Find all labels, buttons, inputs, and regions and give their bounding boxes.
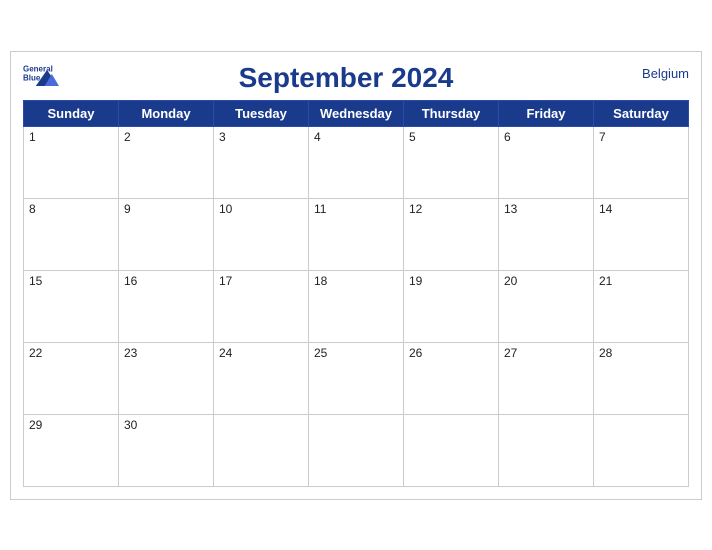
logo-area: General Blue [23, 62, 63, 90]
week-row-2: 8 9 10 11 12 13 14 [24, 198, 689, 270]
calendar-cell: 24 [214, 342, 309, 414]
header-saturday: Saturday [594, 100, 689, 126]
calendar-cell: 10 [214, 198, 309, 270]
week-row-5: 29 30 [24, 414, 689, 486]
calendar-cell: 19 [404, 270, 499, 342]
header-monday: Monday [119, 100, 214, 126]
calendar-cell: 2 [119, 126, 214, 198]
date-number: 24 [219, 346, 232, 360]
date-number: 30 [124, 418, 137, 432]
header-thursday: Thursday [404, 100, 499, 126]
calendar-cell: 12 [404, 198, 499, 270]
calendar-container: General Blue September 2024 Belgium Sund… [10, 51, 702, 500]
calendar-cell [309, 414, 404, 486]
date-number: 15 [29, 274, 42, 288]
calendar-table: Sunday Monday Tuesday Wednesday Thursday… [23, 100, 689, 487]
calendar-cell: 9 [119, 198, 214, 270]
date-number: 25 [314, 346, 327, 360]
calendar-header: General Blue September 2024 Belgium [23, 62, 689, 94]
calendar-cell: 7 [594, 126, 689, 198]
date-number: 16 [124, 274, 137, 288]
date-number: 13 [504, 202, 517, 216]
date-number: 27 [504, 346, 517, 360]
date-number: 7 [599, 130, 606, 144]
week-row-1: 1 2 3 4 5 6 7 [24, 126, 689, 198]
calendar-cell: 29 [24, 414, 119, 486]
week-row-4: 22 23 24 25 26 27 28 [24, 342, 689, 414]
calendar-cell: 20 [499, 270, 594, 342]
date-number: 17 [219, 274, 232, 288]
date-number: 10 [219, 202, 232, 216]
date-number: 3 [219, 130, 226, 144]
calendar-cell: 14 [594, 198, 689, 270]
calendar-cell: 27 [499, 342, 594, 414]
date-number: 21 [599, 274, 612, 288]
calendar-cell [214, 414, 309, 486]
calendar-cell: 17 [214, 270, 309, 342]
date-number: 1 [29, 130, 36, 144]
date-number: 6 [504, 130, 511, 144]
week-row-3: 15 16 17 18 19 20 21 [24, 270, 689, 342]
calendar-cell: 18 [309, 270, 404, 342]
header-sunday: Sunday [24, 100, 119, 126]
date-number: 12 [409, 202, 422, 216]
date-number: 5 [409, 130, 416, 144]
date-number: 8 [29, 202, 36, 216]
svg-text:Blue: Blue [23, 73, 41, 82]
header-wednesday: Wednesday [309, 100, 404, 126]
date-number: 14 [599, 202, 612, 216]
calendar-cell: 13 [499, 198, 594, 270]
month-title: September 2024 [63, 62, 629, 94]
date-number: 22 [29, 346, 42, 360]
calendar-cell [404, 414, 499, 486]
header-friday: Friday [499, 100, 594, 126]
date-number: 4 [314, 130, 321, 144]
days-header-row: Sunday Monday Tuesday Wednesday Thursday… [24, 100, 689, 126]
calendar-cell: 28 [594, 342, 689, 414]
date-number: 2 [124, 130, 131, 144]
date-number: 20 [504, 274, 517, 288]
calendar-cell: 3 [214, 126, 309, 198]
calendar-cell: 11 [309, 198, 404, 270]
country-label: Belgium [629, 62, 689, 81]
date-number: 29 [29, 418, 42, 432]
calendar-cell: 21 [594, 270, 689, 342]
calendar-cell: 22 [24, 342, 119, 414]
calendar-cell: 16 [119, 270, 214, 342]
calendar-cell: 4 [309, 126, 404, 198]
date-number: 23 [124, 346, 137, 360]
date-number: 26 [409, 346, 422, 360]
calendar-cell: 15 [24, 270, 119, 342]
date-number: 11 [314, 202, 326, 216]
date-number: 19 [409, 274, 422, 288]
header-tuesday: Tuesday [214, 100, 309, 126]
calendar-cell: 30 [119, 414, 214, 486]
calendar-cell: 25 [309, 342, 404, 414]
date-number: 28 [599, 346, 612, 360]
calendar-cell: 1 [24, 126, 119, 198]
calendar-cell: 6 [499, 126, 594, 198]
date-number: 9 [124, 202, 131, 216]
date-number: 18 [314, 274, 327, 288]
calendar-cell [594, 414, 689, 486]
calendar-cell: 5 [404, 126, 499, 198]
calendar-cell [499, 414, 594, 486]
calendar-cell: 26 [404, 342, 499, 414]
logo-icon: General Blue [23, 62, 63, 90]
calendar-cell: 8 [24, 198, 119, 270]
calendar-cell: 23 [119, 342, 214, 414]
